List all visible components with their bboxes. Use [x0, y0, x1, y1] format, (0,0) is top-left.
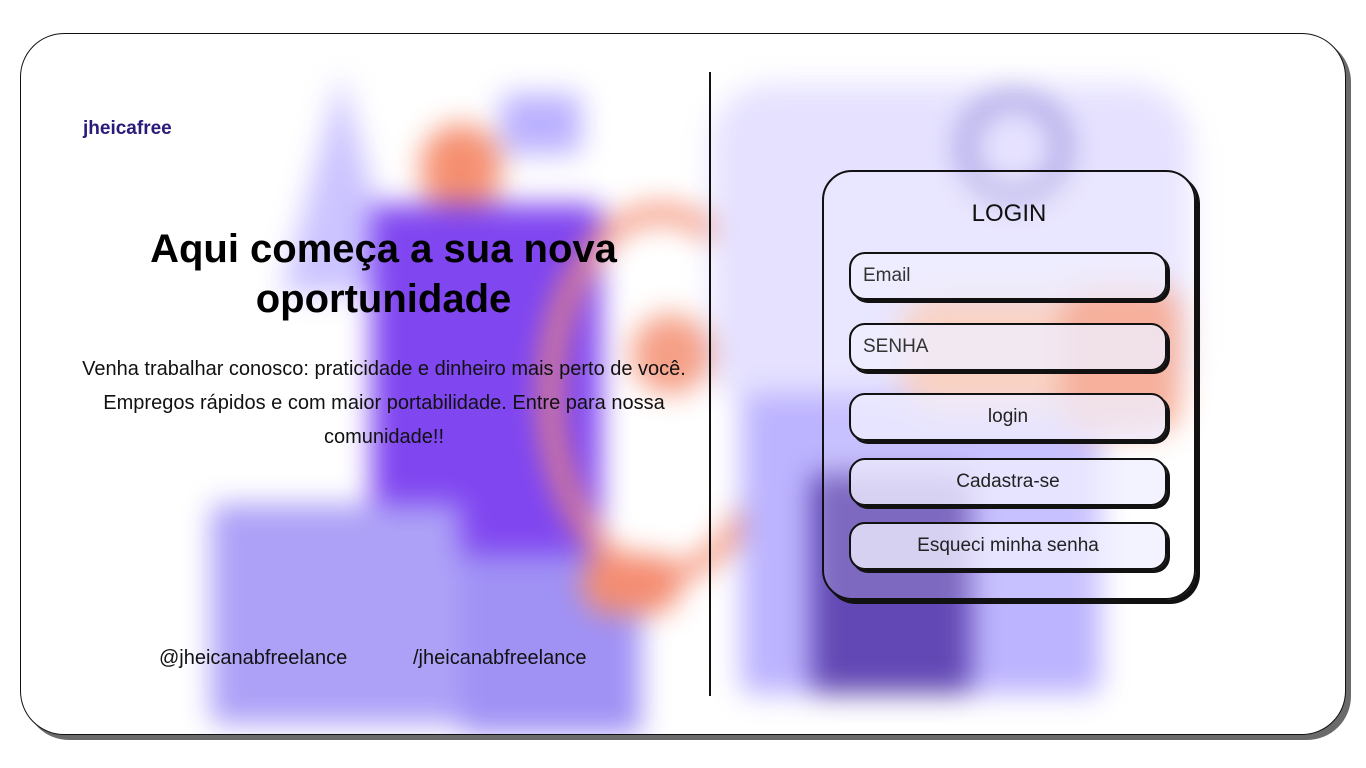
forgot-password-button[interactable]: Esqueci minha senha	[849, 522, 1167, 570]
login-form: LOGIN login Cadastra-se Esqueci minha se…	[822, 170, 1196, 600]
login-button[interactable]: login	[849, 393, 1167, 441]
signup-button[interactable]: Cadastra-se	[849, 458, 1167, 506]
facebook-link[interactable]: /jheicanabfreelance	[413, 647, 586, 670]
main-card: jheicafree Aqui começa a sua nova oportu…	[20, 33, 1346, 735]
instagram-link[interactable]: @jheicanabfreelance	[159, 647, 347, 670]
password-input[interactable]	[849, 323, 1167, 371]
brand-logo[interactable]: jheicafree	[83, 118, 172, 140]
email-input[interactable]	[849, 252, 1167, 300]
hero-headline: Aqui começa a sua nova oportunidade	[150, 227, 617, 321]
login-title: LOGIN	[971, 200, 1047, 227]
vertical-divider	[709, 72, 711, 696]
hero-description: Venha trabalhar conosco: praticidade e d…	[82, 358, 686, 448]
